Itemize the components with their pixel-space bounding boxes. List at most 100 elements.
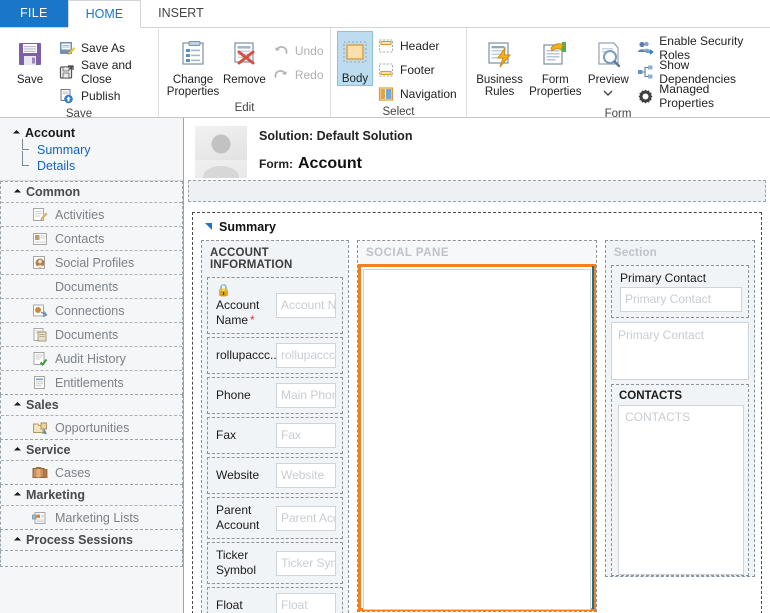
section-social-pane-title: SOCIAL PANE (366, 247, 450, 259)
sidebar-item-documents-relationship[interactable]: Documents (1, 274, 182, 298)
change-properties-button[interactable]: Change Properties (165, 33, 221, 98)
field-label-fax: Fax (216, 428, 237, 442)
field-row-primary-contact[interactable]: Primary Contact Primary Contact (611, 265, 749, 318)
nav-section-sales: Sales Opportunities (0, 395, 183, 440)
ribbon-group-save: Save Save As Save and Close Publish Save (0, 28, 158, 120)
undo-button[interactable]: Undo (268, 39, 328, 63)
change-properties-label: Change Properties (166, 74, 220, 98)
section-account-information[interactable]: ACCOUNT INFORMATION 🔒Account Name * Accou… (201, 240, 349, 613)
ribbon-group-edit-label: Edit (234, 102, 255, 114)
tab-file[interactable]: FILE (0, 0, 68, 27)
sidebar-item-contacts[interactable]: Contacts (1, 226, 182, 250)
section-social-pane[interactable]: SOCIAL PANE (357, 240, 597, 612)
show-dependencies-button[interactable]: Show Dependencies (632, 58, 763, 86)
navigation-icon (377, 85, 395, 103)
field-row-parent-account[interactable]: Parent Account Parent Acco (207, 497, 343, 539)
sidebar-item-activities[interactable]: Activities (1, 202, 182, 226)
form-header-region[interactable] (188, 180, 766, 202)
select-group-commands: Header Footer Navigation (373, 31, 461, 106)
enable-security-roles-button[interactable]: Enable Security Roles (632, 34, 763, 62)
field-input-parent-account[interactable]: Parent Acco (276, 505, 336, 531)
form-tab-region[interactable]: Summary ACCOUNT INFORMATION 🔒Account Nam… (192, 212, 762, 613)
sidebar-item-cases[interactable]: Cases (1, 460, 182, 484)
subgrid-contacts[interactable]: CONTACTS CONTACTS (611, 384, 749, 576)
ribbon-group-form: Business Rules Form Properties Preview E… (466, 28, 769, 120)
redo-button[interactable]: Redo (268, 63, 328, 87)
field-row-fax[interactable]: Fax Fax (207, 417, 343, 454)
nav-section-service-header[interactable]: Service (1, 440, 182, 460)
nav-section-sales-header[interactable]: Sales (1, 395, 182, 415)
field-input-rollupaccount[interactable]: rollupaccco (276, 343, 336, 368)
field-row-phone[interactable]: Phone Main Phone (207, 377, 343, 414)
sidebar-item-marketing-lists[interactable]: Marketing Lists (1, 505, 182, 529)
remove-label: Remove (223, 74, 266, 86)
social-pane-selected-control[interactable] (358, 264, 596, 611)
sidebar-item-documents-label: Documents (55, 327, 119, 342)
business-rules-button[interactable]: Business Rules (473, 33, 526, 98)
field-input-phone[interactable]: Main Phone (276, 383, 336, 408)
sidebar-item-opportunities[interactable]: Opportunities (1, 415, 182, 439)
documents-icon (31, 326, 48, 343)
field-row-account-name[interactable]: 🔒Account Name* Account Na (207, 277, 343, 334)
social-pane-content[interactable] (363, 269, 591, 610)
expand-triangle-icon (13, 401, 22, 409)
floppy-disk-icon (15, 36, 45, 72)
field-input-float[interactable]: Float (276, 593, 336, 613)
field-row-ticker-symbol[interactable]: Ticker Symbol Ticker Symb (207, 542, 343, 584)
nav-section-common-header[interactable]: Common (1, 182, 182, 202)
field-row-float[interactable]: Float Float (207, 587, 343, 613)
tab-summary-header[interactable]: Summary (193, 213, 761, 240)
save-as-button[interactable]: Save As (54, 36, 152, 60)
field-input-ticker-symbol[interactable]: Ticker Symb (276, 550, 336, 576)
field-input-fax[interactable]: Fax (276, 423, 336, 448)
ribbon-group-select: Body Header Footer Navigation Select (330, 28, 466, 118)
save-and-close-button[interactable]: Save and Close (54, 58, 152, 86)
expand-triangle-icon (13, 446, 22, 454)
remove-button[interactable]: Remove (221, 33, 268, 86)
subgrid-contacts-area[interactable]: CONTACTS (618, 405, 744, 575)
expand-triangle-icon (13, 491, 22, 499)
nav-section-marketing-label: Marketing (26, 488, 86, 502)
sidebar-item-audit-history[interactable]: Audit History (1, 346, 182, 370)
section-generic[interactable]: Section Primary Contact Primary Contact … (605, 240, 755, 577)
sidebar-item-details[interactable]: Details (0, 151, 183, 174)
managed-properties-button[interactable]: Managed Properties (632, 82, 763, 110)
field-input-primary-contact[interactable]: Primary Contact (620, 287, 742, 312)
publish-button[interactable]: Publish (54, 84, 152, 108)
save-button[interactable]: Save (6, 33, 54, 86)
field-label-phone: Phone (216, 388, 251, 402)
security-roles-icon (636, 39, 654, 57)
field-label-float: Float (216, 598, 243, 612)
field-label-rollupaccount: rollupaccc... (216, 348, 281, 362)
form-properties-button[interactable]: Form Properties (526, 33, 584, 98)
sidebar-item-account[interactable]: Account (0, 124, 183, 142)
chevron-down-icon[interactable] (603, 85, 613, 99)
body-button[interactable]: Body (337, 31, 373, 86)
field-row-rollupaccount[interactable]: rollupaccc... rollupaccco (207, 337, 343, 374)
nav-section-marketing-header[interactable]: Marketing (1, 485, 182, 505)
sidebar-item-entitlements[interactable]: Entitlements (1, 370, 182, 394)
sidebar-item-social-profiles-label: Social Profiles (55, 255, 135, 270)
field-note-primary-contact[interactable]: Primary Contact (611, 322, 749, 380)
navigation-button[interactable]: Navigation (373, 82, 461, 106)
field-row-website[interactable]: Website Website (207, 457, 343, 494)
sidebar-item-connections[interactable]: Connections (1, 298, 182, 322)
save-as-icon (58, 39, 76, 57)
sidebar-item-details-label: Details (37, 159, 76, 173)
sidebar-item-social-profiles[interactable]: Social Profiles (1, 250, 182, 274)
nav-section-process-sessions-header[interactable]: Process Sessions (1, 530, 182, 550)
field-input-account-name[interactable]: Account Na (276, 293, 336, 318)
sidebar-item-connections-label: Connections (55, 303, 125, 318)
sidebar-item-documents[interactable]: Documents (1, 322, 182, 346)
tab-insert[interactable]: INSERT (141, 0, 221, 27)
section-account-information-title: ACCOUNT INFORMATION (210, 247, 293, 271)
header-button[interactable]: Header (373, 34, 461, 58)
sidebar-item-cases-label: Cases (55, 465, 91, 480)
preview-button[interactable]: Preview (584, 33, 632, 99)
tab-summary-label: Summary (219, 220, 276, 234)
tab-home[interactable]: HOME (67, 0, 142, 28)
sidebar-item-summary[interactable]: Summary (0, 139, 183, 158)
field-input-website[interactable]: Website (276, 463, 336, 488)
remove-icon (228, 36, 260, 72)
footer-button[interactable]: Footer (373, 58, 461, 82)
